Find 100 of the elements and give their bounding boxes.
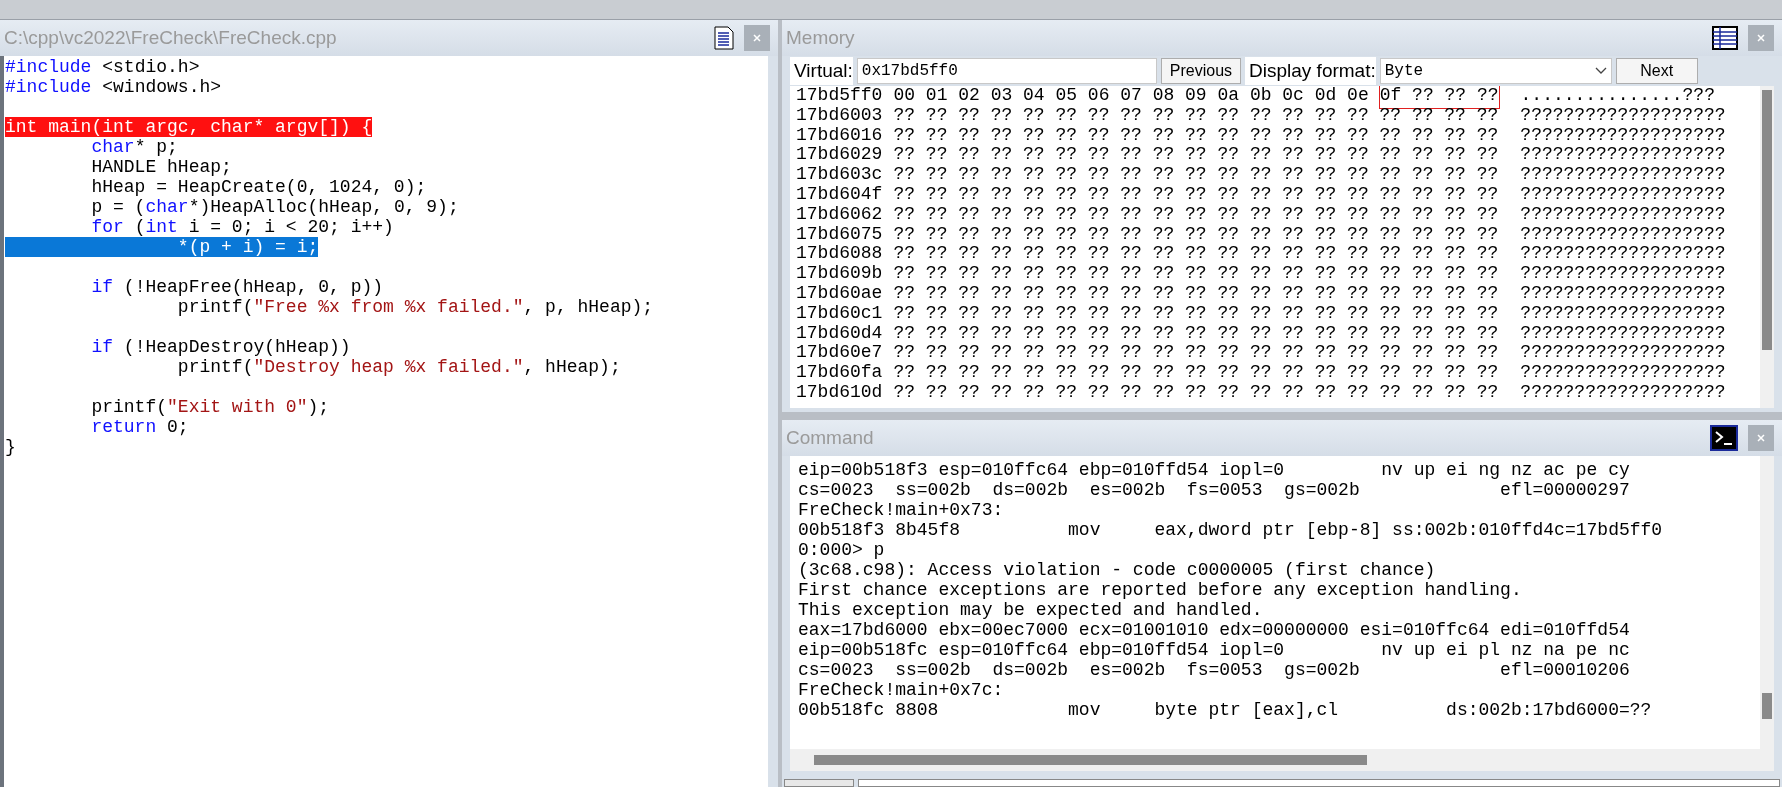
close-icon [753, 34, 761, 42]
memory-ascii: ??????????????????? [1520, 323, 1726, 344]
memory-address: 17bd6003 [796, 105, 883, 126]
memory-bytes: ?? ?? ?? ?? ?? ?? ?? ?? ?? ?? ?? ?? ?? ?? ?? ?? ?? ?? ?? [893, 363, 1499, 383]
command-output-line: This exception may be expected and handled. [798, 600, 1263, 620]
memory-bytes: ?? ?? ?? ?? ?? ?? ?? ?? ?? ?? ?? ?? ?? ?? ?? ?? ?? ?? ?? [893, 244, 1499, 265]
memory-ascii: ??????????????????? [1520, 145, 1726, 166]
memory-address: 17bd6088 [796, 244, 883, 265]
memory-bytes: ?? ?? ?? ?? ?? ?? ?? ?? ?? ?? ?? ?? ?? ?? ?? ?? ?? ?? ?? [893, 343, 1499, 364]
code-line: HANDLE hHeap; [90, 157, 232, 177]
file-path-title: C:\cpp\vc2022\FreCheck\FreCheck.cpp [4, 25, 338, 50]
format-dropdown[interactable]: Byte [1379, 58, 1612, 84]
command-output-line: 00b518f3 8b45f8 mov eax,dword ptr [ebp-8] ss:002b:010ffd4c=17bd5ff0 [798, 520, 1663, 540]
memory-bytes: ?? ?? ?? ?? ?? ?? ?? ?? ?? ?? ?? ?? ?? ?? ?? ?? ?? ?? ?? [893, 125, 1499, 146]
memory-address: 17bd60ae [796, 283, 883, 304]
memory-ascii: ??????????????????? [1520, 165, 1726, 185]
memory-ascii: ??????????????????? [1520, 224, 1726, 245]
document-icon [714, 26, 734, 50]
code-line: printf("Exit with 0"); [90, 397, 330, 417]
code-line: p = (char*)HeapAlloc(hHeap, 0, 9); [90, 197, 459, 217]
terminal-icon [1710, 425, 1738, 451]
code-line: if (!HeapFree(hHeap, 0, p)) [90, 277, 384, 297]
close-icon [1757, 34, 1765, 42]
command-output-line: 00b518fc 8808 mov byte ptr [eax],cl ds:002b:17bd6000=?? [798, 700, 1652, 720]
memory-address: 17bd610d [796, 382, 883, 403]
memory-ascii: ??????????????????? [1520, 185, 1726, 205]
scrollbar-thumb[interactable] [814, 755, 1367, 765]
memory-ascii: ??????????????????? [1520, 303, 1726, 324]
table-icon [1712, 26, 1738, 50]
memory-bytes: ?? ?? ?? ?? ?? ?? ?? ?? ?? ?? ?? ?? ?? ?? ?? ?? ?? ?? ?? [893, 382, 1499, 403]
code-line: for (int i = 0; i < 20; i++) [90, 217, 394, 237]
vertical-scrollbar[interactable] [1760, 86, 1774, 408]
memory-bytes: ?? ?? ?? ?? ?? ?? ?? ?? ?? ?? ?? ?? ?? ?? ?? ?? ?? ?? ?? [893, 303, 1499, 324]
code-line: } [5, 437, 16, 457]
memory-address: 17bd60d4 [796, 323, 883, 344]
chevron-down-icon [1594, 67, 1607, 75]
memory-ascii: ??????????????????? [1520, 343, 1726, 364]
close-icon [1757, 434, 1765, 442]
close-button[interactable] [1748, 425, 1774, 451]
memory-ascii: ??????????????????? [1520, 105, 1726, 126]
close-button[interactable] [744, 25, 770, 51]
prompt-box [784, 779, 854, 787]
virtual-label: Virtual: [790, 56, 853, 86]
memory-bytes: ?? ?? ?? ?? ?? ?? ?? ?? ?? ?? ?? ?? ?? ?? ?? ?? ?? ?? ?? [893, 323, 1499, 344]
scrollbar-thumb[interactable] [1762, 90, 1772, 350]
code-line: char* p; [90, 137, 178, 157]
memory-bytes: ?? ?? ?? ?? ?? ?? ?? ?? ?? ?? ?? ?? ?? ?? ?? ?? ?? ?? ?? [893, 204, 1499, 225]
memory-bytes: ?? ?? ?? ?? ?? ?? ?? ?? ?? ?? ?? ?? ?? ?? ?? ?? ?? ?? ?? [893, 264, 1499, 284]
memory-address: 17bd5ff0 [796, 86, 883, 106]
memory-bytes: 00 01 02 03 04 05 06 07 08 09 0a 0b 0c 0d 0e [893, 86, 1369, 106]
memory-bytes: ?? ?? ?? ?? ?? ?? ?? ?? ?? ?? ?? ?? ?? ?? ?? ?? ?? ?? ?? [893, 165, 1499, 185]
code-line: #include <windows.h> [5, 77, 222, 97]
next-button[interactable]: Next [1615, 58, 1698, 84]
scrollbar-thumb[interactable] [1762, 693, 1772, 719]
memory-bytes: ?? ?? ?? ?? ?? ?? ?? ?? ?? ?? ?? ?? ?? ?? ?? ?? ?? ?? ?? [893, 145, 1499, 166]
memory-address: 17bd604f [796, 185, 883, 205]
command-output-line: cs=0023 ss=002b ds=002b es=002b fs=0053 gs=002b efl=00010206 [798, 660, 1630, 680]
address-field[interactable]: 0x17bd5ff0 [856, 58, 1157, 84]
memory-address: 17bd60c1 [796, 303, 883, 324]
close-button[interactable] [1748, 25, 1774, 51]
command-output-line: eip=00b518fc esp=010ffc64 ebp=010ffd54 iopl=0 nv up ei pl nz na pe nc [798, 640, 1630, 660]
memory-bytes: ?? ?? ?? ?? ?? ?? ?? ?? ?? ?? ?? ?? ?? ?? ?? ?? ?? ?? ?? [893, 185, 1499, 205]
memory-address: 17bd603c [796, 165, 883, 185]
code-line: #include <stdio.h> [5, 57, 200, 77]
memory-ascii: ??????????????????? [1520, 244, 1726, 265]
horizontal-scrollbar[interactable] [790, 749, 1774, 771]
memory-ascii: ??????????????????? [1520, 125, 1726, 146]
previous-button[interactable]: Previous [1160, 58, 1242, 84]
memory-bytes: ?? ?? ?? ?? ?? ?? ?? ?? ?? ?? ?? ?? ?? ?? ?? ?? ?? ?? ?? [893, 105, 1499, 126]
command-input[interactable] [858, 779, 1780, 787]
memory-ascii: ??????????????????? [1520, 283, 1726, 304]
command-output-line: First chance exceptions are reported before any exception handling. [798, 580, 1522, 600]
code-line: printf("Destroy heap %x failed.", hHeap); [176, 357, 621, 377]
memory-ascii: ??????????????????? [1520, 204, 1726, 225]
command-output-line: cs=0023 ss=002b ds=002b es=002b fs=0053 gs=002b efl=00000297 [798, 480, 1630, 500]
memory-address: 17bd609b [796, 264, 883, 284]
code-line: printf("Free %x from %x failed.", p, hHeap); [176, 297, 654, 317]
memory-ascii: ??????????????????? [1520, 382, 1726, 403]
memory-address: 17bd6029 [796, 145, 883, 166]
memory-bytes: ?? ?? ?? ?? ?? ?? ?? ?? ?? ?? ?? ?? ?? ?? ?? ?? ?? ?? ?? [893, 224, 1499, 245]
memory-address: 17bd6075 [796, 224, 883, 245]
display-format-label: Display format: [1245, 56, 1376, 86]
command-output-line: FreCheck!main+0x7c: [798, 680, 1004, 700]
pane-title: Command [786, 425, 875, 450]
pane-title: Memory [786, 25, 856, 50]
code-line: hHeap = HeapCreate(0, 1024, 0); [90, 177, 427, 197]
memory-address: 17bd60fa [796, 363, 883, 383]
code-line: return 0; [90, 417, 189, 437]
memory-ascii: ...............??? [1520, 86, 1715, 106]
command-output-line: (3c68.c98): Access violation - code c0000005 (first chance) [798, 560, 1436, 580]
command-output-line: FreCheck!main+0x73: [798, 500, 1004, 520]
memory-ascii: ??????????????????? [1520, 264, 1726, 284]
memory-address: 17bd6016 [796, 125, 883, 146]
boxed-bytes: 0f ?? ?? ?? [1379, 86, 1499, 108]
memory-bytes: ?? ?? ?? ?? ?? ?? ?? ?? ?? ?? ?? ?? ?? ?? ?? ?? ?? ?? ?? [893, 283, 1499, 304]
vertical-scrollbar[interactable] [1760, 456, 1774, 749]
memory-ascii: ??????????????????? [1520, 363, 1726, 383]
command-output-line: eax=17bd6000 ebx=00ec7000 ecx=01001010 edx=00000000 esi=010ffc64 edi=010ffd54 [798, 620, 1630, 640]
code-line: if (!HeapDestroy(hHeap)) [90, 337, 351, 357]
command-output-line: 0:000> p [798, 540, 885, 560]
